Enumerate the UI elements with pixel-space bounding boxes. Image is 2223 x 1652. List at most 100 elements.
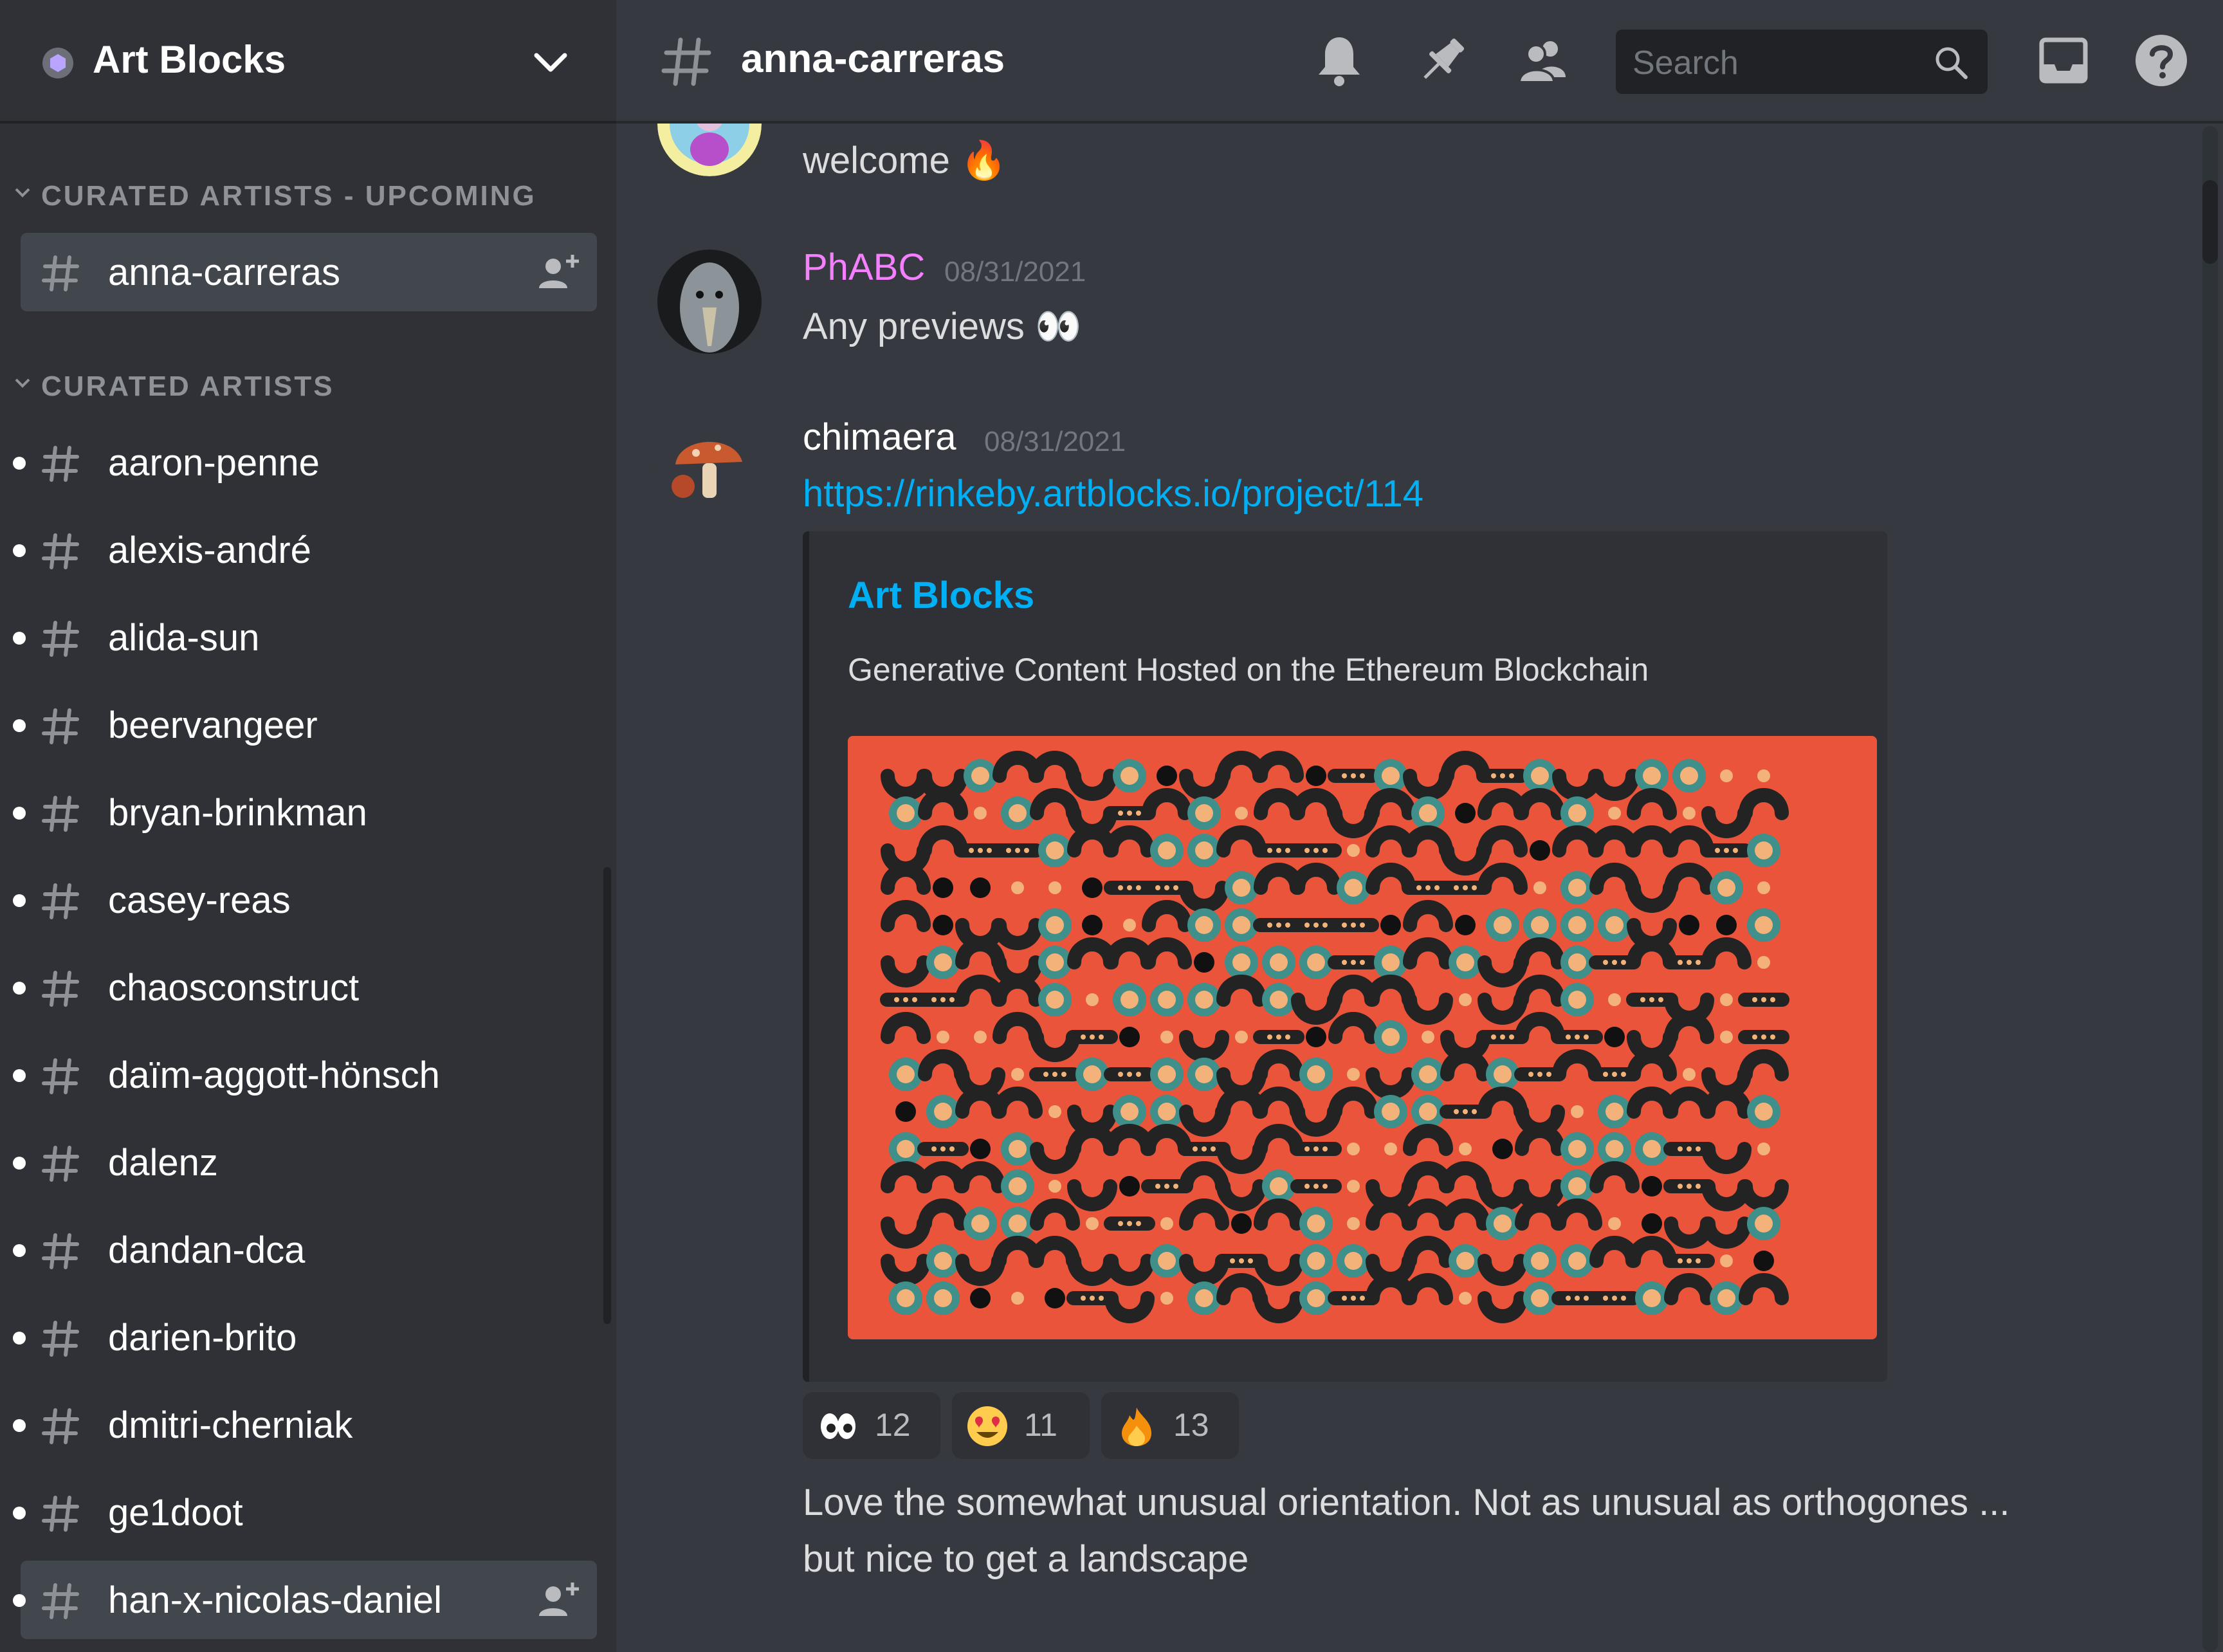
channel-item[interactable]: dalenz (13, 1123, 597, 1202)
embed-provider[interactable]: Art Blocks (848, 574, 1034, 617)
message-scrollbar[interactable] (2202, 180, 2218, 264)
category-label: CURATED ARTISTS (41, 371, 334, 402)
channel-item[interactable]: dmitri-cherniak (13, 1386, 597, 1464)
generative-artwork (848, 736, 1877, 1339)
channel-item[interactable]: han-x-nicolas-daniel (13, 1561, 597, 1639)
hash-icon (42, 446, 79, 482)
message-text: Any previews 👀 (803, 306, 1082, 347)
message-text: welcome 🔥 (803, 140, 1007, 181)
sidebar-scrollbar[interactable] (603, 867, 611, 1324)
hash-icon (42, 533, 79, 569)
add-member-icon[interactable] (538, 252, 580, 292)
search-input[interactable]: Search (1616, 30, 1988, 94)
help-icon[interactable] (2133, 32, 2190, 89)
avatar[interactable] (657, 417, 762, 521)
hash-icon (42, 621, 79, 657)
heart-eyes-emoji-icon (967, 1406, 1007, 1446)
channel-item[interactable]: casey-reas (13, 861, 597, 939)
server-name: Art Blocks (93, 38, 286, 81)
channel-name: chaosconstruct (108, 967, 360, 1009)
channel-item[interactable]: aaron-penne (13, 423, 597, 502)
channel-item[interactable]: bryan-brinkman (13, 773, 597, 852)
pin-icon[interactable] (1414, 32, 1470, 89)
unread-indicator (13, 894, 26, 907)
message-list: welcome 🔥 PhABC 08/31/2021 Any previews … (616, 124, 2223, 1652)
category-label: CURATED ARTISTS - UPCOMING (41, 180, 536, 212)
channel-name: casey-reas (108, 879, 291, 921)
reaction-eyes[interactable]: 12 (803, 1392, 940, 1459)
hash-icon (42, 1496, 79, 1532)
reaction-count: 12 (875, 1407, 911, 1443)
inbox-icon[interactable] (2035, 32, 2092, 89)
chevron-down-icon (15, 188, 30, 197)
bell-icon[interactable] (1311, 32, 1368, 89)
channel-item[interactable]: chaosconstruct (13, 948, 597, 1027)
channel-name: bryan-brinkman (108, 792, 367, 834)
hash-icon (42, 708, 79, 744)
hash-icon (42, 1321, 79, 1357)
add-member-icon[interactable] (538, 1580, 580, 1620)
server-header[interactable]: Art Blocks (0, 0, 616, 124)
unread-indicator (13, 1069, 26, 1082)
channel-item[interactable]: beervangeer (13, 686, 597, 764)
avatar[interactable] (657, 250, 762, 354)
hash-icon (42, 796, 79, 832)
embed-artwork-image[interactable] (848, 736, 1877, 1339)
search-icon (1935, 47, 1968, 79)
hash-icon (42, 971, 79, 1007)
channel-sidebar: Art Blocks CURATED ARTISTS - UPCOMING an… (0, 0, 616, 1652)
channel-name: beervangeer (108, 704, 318, 746)
username[interactable]: chimaera (803, 416, 956, 459)
channel-header: anna-carreras Search (616, 0, 2223, 124)
channel-item[interactable]: daïm-aggott-hönsch (13, 1036, 597, 1114)
hash-icon (42, 1583, 79, 1619)
hash-icon (42, 883, 79, 919)
hash-icon (42, 1233, 79, 1269)
unread-indicator (13, 719, 26, 732)
link-embed: Art Blocks Generative Content Hosted on … (803, 531, 1887, 1382)
message-scroll-track[interactable] (2202, 126, 2218, 1652)
fire-emoji-icon (1122, 1408, 1151, 1446)
unread-indicator (13, 1244, 26, 1257)
message-text: but nice to get a landscape (803, 1538, 1249, 1580)
hash-icon (42, 1146, 79, 1182)
reaction-heart-eyes[interactable]: 11 (952, 1392, 1090, 1459)
channel-item[interactable]: alexis-andré (13, 511, 597, 589)
channel-item[interactable]: alida-sun (13, 598, 597, 677)
channel-name: dandan-dca (108, 1229, 306, 1271)
members-icon[interactable] (1514, 32, 1571, 89)
channel-name: darien-brito (108, 1317, 297, 1359)
reaction-fire[interactable]: 13 (1101, 1392, 1239, 1459)
unread-indicator (13, 1594, 26, 1607)
channel-item[interactable]: ge1doot (13, 1473, 597, 1552)
channel-name: anna-carreras (108, 252, 341, 293)
unread-indicator (13, 1157, 26, 1170)
timestamp: 08/31/2021 (944, 256, 1086, 288)
channel-name: aaron-penne (108, 442, 320, 484)
unread-indicator (13, 807, 26, 820)
unread-indicator (13, 1507, 26, 1519)
timestamp: 08/31/2021 (984, 426, 1126, 457)
channel-name: alexis-andré (108, 529, 311, 571)
category-curated-artists-upcoming[interactable]: CURATED ARTISTS - UPCOMING (9, 178, 575, 216)
channel-item[interactable]: dandan-dca (13, 1211, 597, 1289)
server-icon (42, 48, 73, 78)
category-curated-artists[interactable]: CURATED ARTISTS (9, 368, 575, 407)
message-text: Love the somewhat unusual orientation. N… (803, 1482, 2010, 1523)
unread-indicator (13, 457, 26, 470)
message-link[interactable]: https://rinkeby.artblocks.io/project/114 (803, 472, 1423, 515)
channel-item[interactable]: darien-brito (13, 1298, 597, 1377)
channel-item-anna-carreras[interactable]: anna-carreras (21, 233, 597, 311)
channel-title: anna-carreras (741, 37, 1005, 81)
hash-icon (42, 1058, 79, 1094)
hash-icon (42, 255, 79, 291)
hash-icon (42, 1408, 79, 1444)
channel-name: dalenz (108, 1142, 218, 1184)
channel-name: alida-sun (108, 617, 260, 659)
username[interactable]: PhABC (803, 246, 925, 289)
hash-icon (661, 37, 711, 86)
chevron-down-icon (15, 378, 30, 388)
avatar[interactable] (657, 124, 762, 176)
chevron-down-icon[interactable] (531, 50, 570, 76)
reaction-count: 13 (1173, 1407, 1209, 1443)
